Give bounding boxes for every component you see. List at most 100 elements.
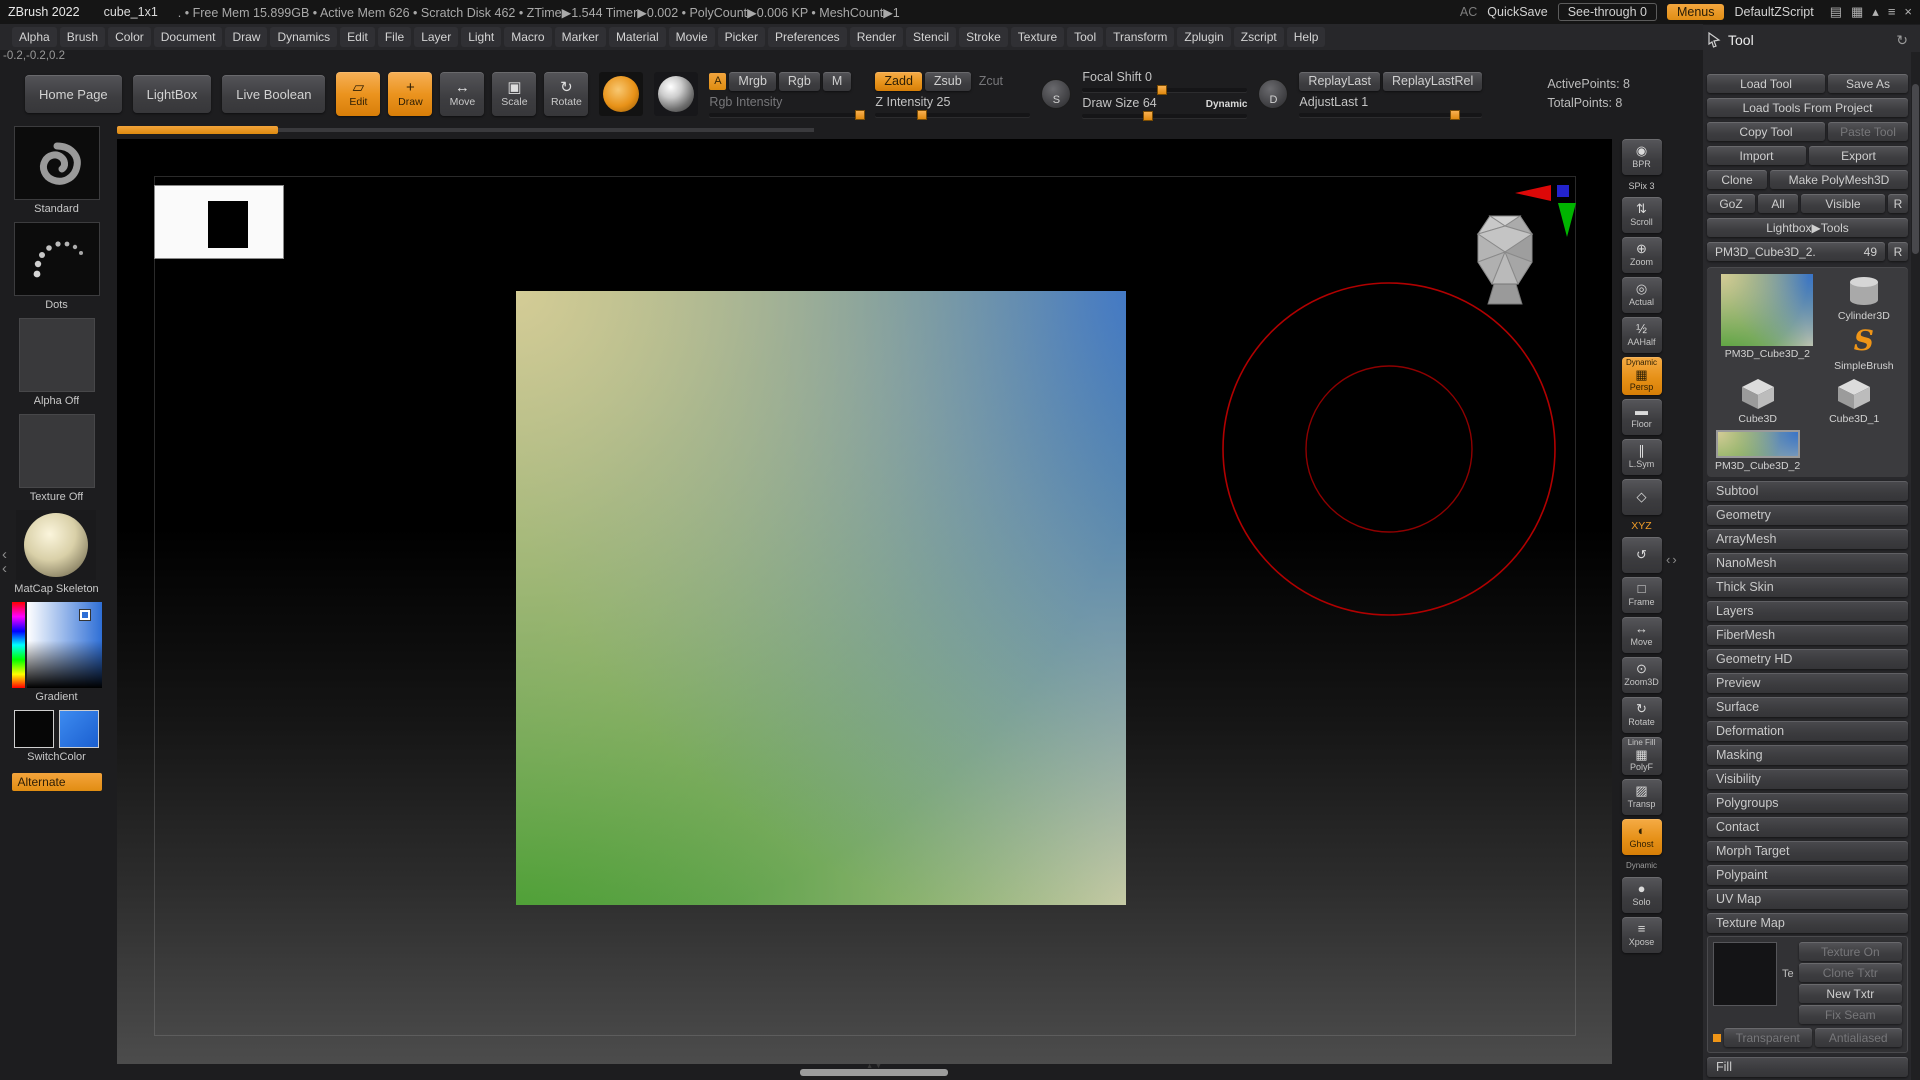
shelf-button[interactable]: ∥ L.Sym bbox=[1622, 439, 1662, 475]
shelf-button[interactable]: ↔ Move bbox=[1622, 617, 1662, 653]
load-tool-button[interactable]: Load Tool bbox=[1707, 74, 1825, 93]
menu-item[interactable]: Alpha bbox=[12, 27, 57, 47]
transparent-button[interactable]: Transparent bbox=[1724, 1028, 1812, 1047]
active-tool-r-button[interactable]: R bbox=[1888, 242, 1908, 261]
menu-item[interactable]: Render bbox=[850, 27, 903, 47]
panel-scrollbar[interactable] bbox=[1911, 52, 1920, 1080]
tool-section-bar[interactable]: Polypaint bbox=[1707, 865, 1908, 885]
menu-item[interactable]: Picker bbox=[718, 27, 765, 47]
color-cursor[interactable] bbox=[80, 610, 90, 620]
menu-item[interactable]: Help bbox=[1287, 27, 1326, 47]
window-control-icon[interactable]: ▦ bbox=[1851, 4, 1863, 20]
menu-item[interactable]: Marker bbox=[555, 27, 606, 47]
copy-tool-button[interactable]: Copy Tool bbox=[1707, 122, 1825, 141]
mode-button[interactable]: ↻ Rotate bbox=[544, 72, 588, 116]
shelf-button[interactable]: Line Fill ▦ PolyF bbox=[1622, 737, 1662, 775]
tool-section-bar[interactable]: Morph Target bbox=[1707, 841, 1908, 861]
load-tools-from-project-button[interactable]: Load Tools From Project bbox=[1707, 98, 1908, 117]
shelf-button[interactable]: ◎ Actual bbox=[1622, 277, 1662, 313]
new-txtr-button[interactable]: New Txtr bbox=[1799, 984, 1902, 1003]
tool-section-bar[interactable]: Deformation bbox=[1707, 721, 1908, 741]
document-canvas[interactable] bbox=[117, 139, 1612, 1064]
color-a-chip[interactable]: A bbox=[709, 73, 726, 90]
shelf-button[interactable]: ↻ Rotate bbox=[1622, 697, 1662, 733]
tool-section-bar[interactable]: Polygroups bbox=[1707, 793, 1908, 813]
color-picker[interactable] bbox=[12, 602, 102, 688]
shelf-button[interactable]: ↺ bbox=[1622, 537, 1662, 573]
tool-section-fill[interactable]: Fill bbox=[1707, 1057, 1908, 1077]
export-button[interactable]: Export bbox=[1809, 146, 1908, 165]
tool-section-texture-map[interactable]: Texture Map bbox=[1707, 913, 1908, 933]
tool-thumbnail-cube3d[interactable] bbox=[1736, 377, 1780, 411]
default-zscript-button[interactable]: DefaultZScript bbox=[1734, 5, 1813, 19]
menu-item[interactable]: Tool bbox=[1067, 27, 1103, 47]
tool-section-bar[interactable]: ArrayMesh bbox=[1707, 529, 1908, 549]
tool-section-bar[interactable]: Subtool bbox=[1707, 481, 1908, 501]
lightbox-divider-handle[interactable] bbox=[117, 126, 278, 134]
shelf-button[interactable]: ≡ Xpose bbox=[1622, 917, 1662, 953]
texture-map-thumbnail[interactable] bbox=[1713, 942, 1777, 1006]
shelf-button[interactable]: ▨ Transp bbox=[1622, 779, 1662, 815]
secondary-color-swatch[interactable] bbox=[59, 710, 99, 748]
slider-handle[interactable] bbox=[855, 110, 865, 120]
rgb-button[interactable]: Rgb bbox=[779, 72, 820, 91]
shelf-button[interactable]: ◇ bbox=[1622, 479, 1662, 515]
shelf-button[interactable]: XYZ bbox=[1622, 519, 1662, 533]
shelf-button[interactable]: Dynamic ▦ Persp bbox=[1622, 357, 1662, 395]
zsub-button[interactable]: Zsub bbox=[925, 72, 971, 91]
home-page-button[interactable]: Home Page bbox=[25, 75, 122, 113]
menu-item[interactable]: Preferences bbox=[768, 27, 847, 47]
replay-last-rel-button[interactable]: ReplayLastRel bbox=[1383, 72, 1482, 91]
tool-palette-header[interactable]: Tool ↻ bbox=[1707, 26, 1908, 54]
focal-shift-slider[interactable]: Focal Shift 0 bbox=[1082, 70, 1247, 92]
live-boolean-button[interactable]: Live Boolean bbox=[222, 75, 325, 113]
menu-item[interactable]: Layer bbox=[414, 27, 458, 47]
menu-item[interactable]: Color bbox=[108, 27, 151, 47]
bottom-tray-toggle[interactable]: ▲ ▼ bbox=[856, 1063, 892, 1070]
hue-strip[interactable] bbox=[12, 602, 25, 688]
alternate-button[interactable]: Alternate bbox=[12, 773, 102, 791]
window-control-icon[interactable]: ≡ bbox=[1888, 4, 1896, 20]
zcut-button[interactable]: Zcut bbox=[974, 74, 1008, 88]
slider-handle[interactable] bbox=[1450, 110, 1460, 120]
draw-size-slider[interactable]: Draw Size 64 Dynamic bbox=[1082, 96, 1247, 118]
texture-off-thumbnail[interactable] bbox=[19, 414, 95, 488]
goz-r-button[interactable]: R bbox=[1888, 194, 1908, 213]
standard-brush-thumbnail[interactable] bbox=[14, 126, 100, 200]
menu-item[interactable]: Zplugin bbox=[1177, 27, 1230, 47]
window-control-icon[interactable]: × bbox=[1904, 4, 1912, 20]
antialiased-button[interactable]: Antialiased bbox=[1815, 1028, 1903, 1047]
right-tray-toggle[interactable]: ‹› bbox=[1666, 552, 1679, 567]
menu-item[interactable]: Stroke bbox=[959, 27, 1008, 47]
import-button[interactable]: Import bbox=[1707, 146, 1806, 165]
tool-section-bar[interactable]: Contact bbox=[1707, 817, 1908, 837]
menu-item[interactable]: Edit bbox=[340, 27, 375, 47]
menu-item[interactable]: Light bbox=[461, 27, 501, 47]
tool-section-bar[interactable]: Masking bbox=[1707, 745, 1908, 765]
d-dial[interactable]: D bbox=[1258, 79, 1288, 109]
polymesh-figure[interactable] bbox=[1472, 212, 1538, 308]
panel-scrollbar-thumb[interactable] bbox=[1912, 84, 1919, 254]
tool-section-bar[interactable]: Layers bbox=[1707, 601, 1908, 621]
polymesh-plane[interactable] bbox=[516, 291, 1126, 905]
window-control-icon[interactable]: ▤ bbox=[1830, 4, 1842, 20]
matcap-thumbnail[interactable] bbox=[16, 510, 96, 580]
tool-thumbnail-selected[interactable] bbox=[1716, 430, 1800, 458]
slider-handle[interactable] bbox=[1143, 111, 1153, 121]
replay-last-button[interactable]: ReplayLast bbox=[1299, 72, 1380, 91]
m-button[interactable]: M bbox=[823, 72, 851, 91]
tool-section-bar[interactable]: FiberMesh bbox=[1707, 625, 1908, 645]
alpha-off-thumbnail[interactable] bbox=[19, 318, 95, 392]
mode-button[interactable]: ↔ Move bbox=[440, 72, 484, 116]
see-through-control[interactable]: See-through 0 bbox=[1558, 3, 1657, 21]
tool-section-bar[interactable]: Visibility bbox=[1707, 769, 1908, 789]
tool-section-bar[interactable]: UV Map bbox=[1707, 889, 1908, 909]
lightbox-button[interactable]: LightBox bbox=[133, 75, 212, 113]
lightbox-tools-button[interactable]: Lightbox▶Tools bbox=[1707, 218, 1908, 237]
dots-stroke-thumbnail[interactable] bbox=[14, 222, 100, 296]
saturation-value-square[interactable] bbox=[27, 602, 102, 688]
menu-item[interactable]: Transform bbox=[1106, 27, 1174, 47]
tool-section-bar[interactable]: NanoMesh bbox=[1707, 553, 1908, 573]
fix-seam-button[interactable]: Fix Seam bbox=[1799, 1005, 1902, 1024]
clone-txtr-button[interactable]: Clone Txtr bbox=[1799, 963, 1902, 982]
